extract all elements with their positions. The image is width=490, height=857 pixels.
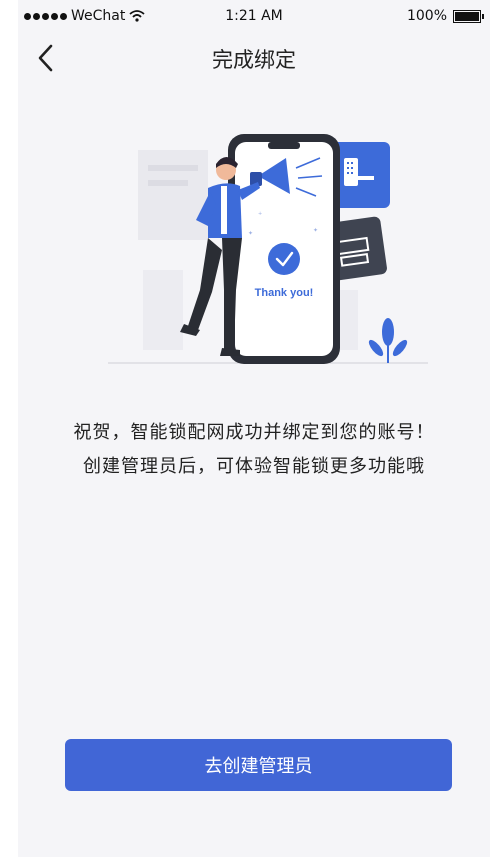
svg-text:✦: ✦ bbox=[313, 227, 318, 234]
battery-percent: 100% bbox=[406, 8, 447, 24]
status-right: 100% bbox=[407, 8, 484, 24]
svg-text:✦: ✦ bbox=[248, 230, 253, 237]
success-illustration: Thank you! ✦ ✦ + bbox=[108, 134, 428, 364]
success-message-line2: 创建管理员后，可体验智能锁更多功能哦 bbox=[83, 456, 425, 477]
plant-icon bbox=[368, 318, 408, 363]
app-screen: WeChat 1:21 AM 100% 完成绑定 Thank you! ✦ ✦ … bbox=[18, 0, 490, 857]
success-message-line1: 祝贺，智能锁配网成功并绑定到您的账号！ bbox=[73, 422, 435, 443]
svg-text:+: + bbox=[258, 211, 262, 217]
nav-bar: 完成绑定 bbox=[18, 34, 490, 80]
background-panel bbox=[138, 150, 208, 240]
page-title: 完成绑定 bbox=[212, 48, 296, 72]
checkmark-icon bbox=[268, 243, 300, 275]
battery-nub bbox=[482, 13, 484, 19]
status-bar: WeChat 1:21 AM 100% bbox=[18, 0, 490, 32]
create-admin-button[interactable]: 去创建管理员 bbox=[65, 739, 452, 791]
battery-icon bbox=[453, 9, 481, 23]
phone-thank-you: Thank you! bbox=[255, 287, 314, 299]
